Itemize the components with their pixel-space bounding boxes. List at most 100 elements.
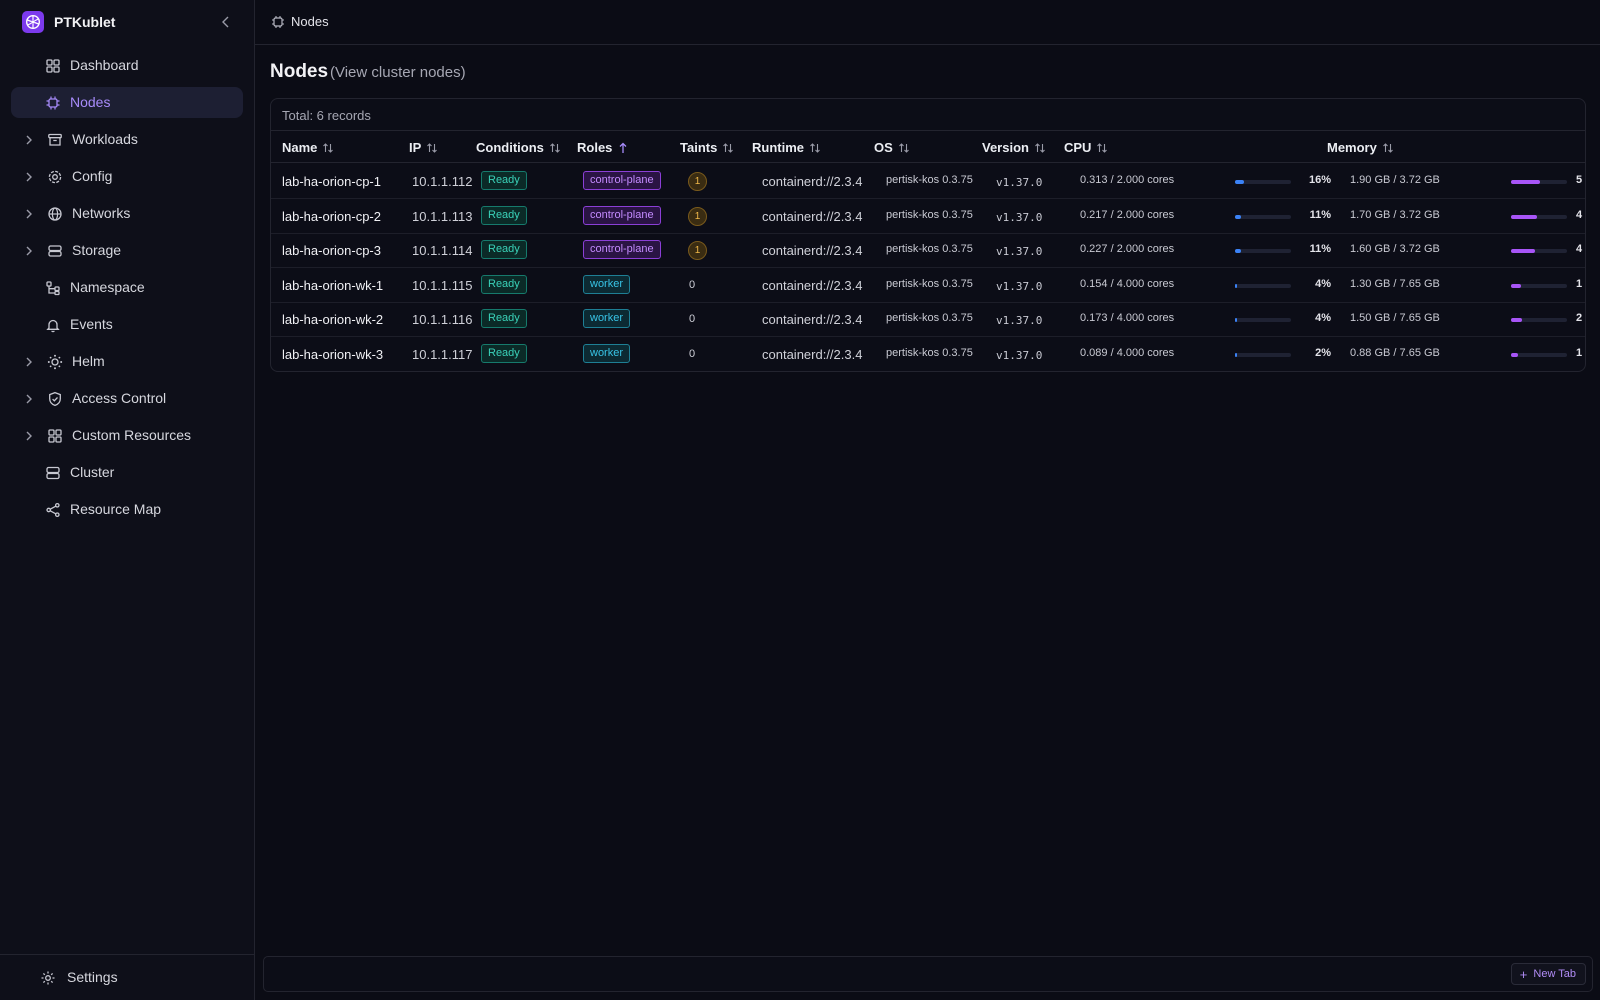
archive-box-icon [47,132,63,148]
memory-progress-fill [1511,214,1537,219]
condition-badge: Ready [481,309,527,328]
cpu-usage: 0.227 / 2.000 cores [1080,243,1175,255]
namespace-icon [45,280,61,296]
sidebar-item-cluster[interactable]: Cluster [11,457,243,488]
chevron-right-icon[interactable] [23,133,35,145]
node-name[interactable]: lab-ha-orion-wk-1 [282,278,383,293]
gear-icon [40,970,56,986]
table-row[interactable]: lab-ha-orion-wk-3 10.1.1.117 Ready worke… [271,337,1585,371]
cpu-progress-fill [1235,214,1242,219]
column-header-cpu[interactable]: CPU [1064,140,1108,157]
memory-progress-bar [1511,214,1567,219]
taint-count-badge: 1 [688,206,707,226]
sidebar-item-custom-resources[interactable]: Custom Resources [11,420,243,451]
sort-icon[interactable] [1034,142,1046,157]
sort-icon[interactable] [549,142,561,157]
node-name[interactable]: lab-ha-orion-wk-2 [282,312,383,327]
node-name[interactable]: lab-ha-orion-cp-1 [282,174,381,189]
sidebar-item-networks[interactable]: Networks [11,198,243,229]
memory-percent: 1 [1576,346,1583,359]
sidebar-item-config[interactable]: Config [11,161,243,192]
app-title: PTKublet [54,14,116,30]
chevron-right-icon[interactable] [23,207,35,219]
memory-progress-bar [1511,180,1567,184]
cpu-usage: 0.089 / 4.000 cores [1080,346,1175,359]
sort-icon[interactable] [898,142,910,157]
breadcrumb[interactable]: Nodes [291,14,329,29]
chevron-right-icon[interactable] [23,170,35,182]
node-os: pertisk-kos 0.3.75 [886,208,973,221]
sidebar-item-dashboard[interactable]: Dashboard [11,50,243,81]
node-os: pertisk-kos 0.3.75 [886,243,973,255]
taint-count-badge: 1 [688,241,707,260]
column-header-version[interactable]: Version [982,140,1046,157]
cpu-percent: 4% [1315,277,1331,290]
sidebar-item-storage[interactable]: Storage [11,235,243,266]
chevron-right-icon[interactable] [23,355,35,367]
sidebar-item-namespace[interactable]: Namespace [11,272,243,303]
sort-icon[interactable] [722,142,734,157]
cpu-progress-fill [1235,352,1237,357]
table-row[interactable]: lab-ha-orion-wk-2 10.1.1.116 Ready worke… [271,302,1585,337]
node-ip: 10.1.1.117 [412,346,473,362]
node-os: pertisk-kos 0.3.75 [886,312,973,324]
memory-progress-fill [1511,249,1536,253]
cpu-usage: 0.154 / 4.000 cores [1080,277,1175,290]
node-name[interactable]: lab-ha-orion-cp-2 [282,209,381,224]
chevron-right-icon[interactable] [23,244,35,256]
memory-percent: 4 [1576,243,1583,255]
sort-icon[interactable] [426,142,438,157]
node-ip: 10.1.1.116 [412,312,473,327]
column-header-memory[interactable]: Memory [1327,140,1394,157]
condition-badge: Ready [481,205,527,225]
column-header-ip[interactable]: IP [409,140,438,157]
column-header-roles[interactable]: Roles [577,140,629,157]
cpu-progress-fill [1235,283,1238,288]
node-name[interactable]: lab-ha-orion-wk-3 [282,347,383,362]
cpu-percent: 11% [1309,208,1331,221]
sort-icon[interactable] [809,142,821,157]
condition-badge: Ready [481,343,527,363]
node-ip: 10.1.1.112 [412,174,473,189]
sidebar-item-workloads[interactable]: Workloads [11,124,243,155]
table-row[interactable]: lab-ha-orion-cp-2 10.1.1.113 Ready contr… [271,199,1585,234]
app-logo-icon [22,11,44,33]
sidebar-item-nodes[interactable]: Nodes [11,87,243,118]
sort-ascending-icon[interactable] [617,142,629,157]
node-runtime: containerd://2.3.4 [762,277,863,293]
sidebar-item-label: Workloads [72,131,138,147]
cpu-progress-bar [1235,249,1291,253]
chevron-right-icon[interactable] [23,429,35,441]
sort-icon[interactable] [322,142,334,157]
column-header-name[interactable]: Name [282,140,334,157]
shield-check-icon [47,391,63,407]
sidebar-item-label: Cluster [70,464,115,480]
new-tab-button[interactable]: + New Tab [1510,963,1586,985]
table-header: Name IP Conditions Roles Taints Runtime OS Vers… [271,130,1585,163]
node-name[interactable]: lab-ha-orion-cp-3 [282,243,381,258]
column-header-label: Name [282,140,318,155]
chevron-right-icon[interactable] [23,392,35,404]
column-header-conditions[interactable]: Conditions [476,140,561,157]
collapse-sidebar-button[interactable] [216,12,236,32]
sidebar-item-access-control[interactable]: Access Control [11,383,243,414]
sidebar-item-label: Access Control [72,390,167,406]
memory-percent: 4 [1576,208,1583,221]
column-header-taints[interactable]: Taints [680,140,734,157]
table-row[interactable]: lab-ha-orion-cp-1 10.1.1.112 Ready contr… [271,164,1585,199]
nodes-table: Total: 6 records Name IP Conditions Roles Ta… [270,98,1586,372]
column-header-label: OS [874,140,893,155]
sidebar-item-settings[interactable]: Settings [0,954,254,1000]
column-header-runtime[interactable]: Runtime [752,140,821,157]
table-row[interactable]: lab-ha-orion-cp-3 10.1.1.114 Ready contr… [271,233,1585,268]
sidebar-item-helm[interactable]: Helm [11,346,243,377]
sort-icon[interactable] [1096,142,1108,157]
share-nodes-icon [45,502,61,518]
sidebar-item-events[interactable]: Events [11,309,243,340]
sort-icon[interactable] [1382,142,1394,157]
column-header-os[interactable]: OS [874,140,910,157]
database-icon [47,243,63,259]
memory-progress-fill [1511,180,1540,184]
table-row[interactable]: lab-ha-orion-wk-1 10.1.1.115 Ready worke… [271,268,1585,303]
sidebar-item-resource-map[interactable]: Resource Map [11,494,243,525]
